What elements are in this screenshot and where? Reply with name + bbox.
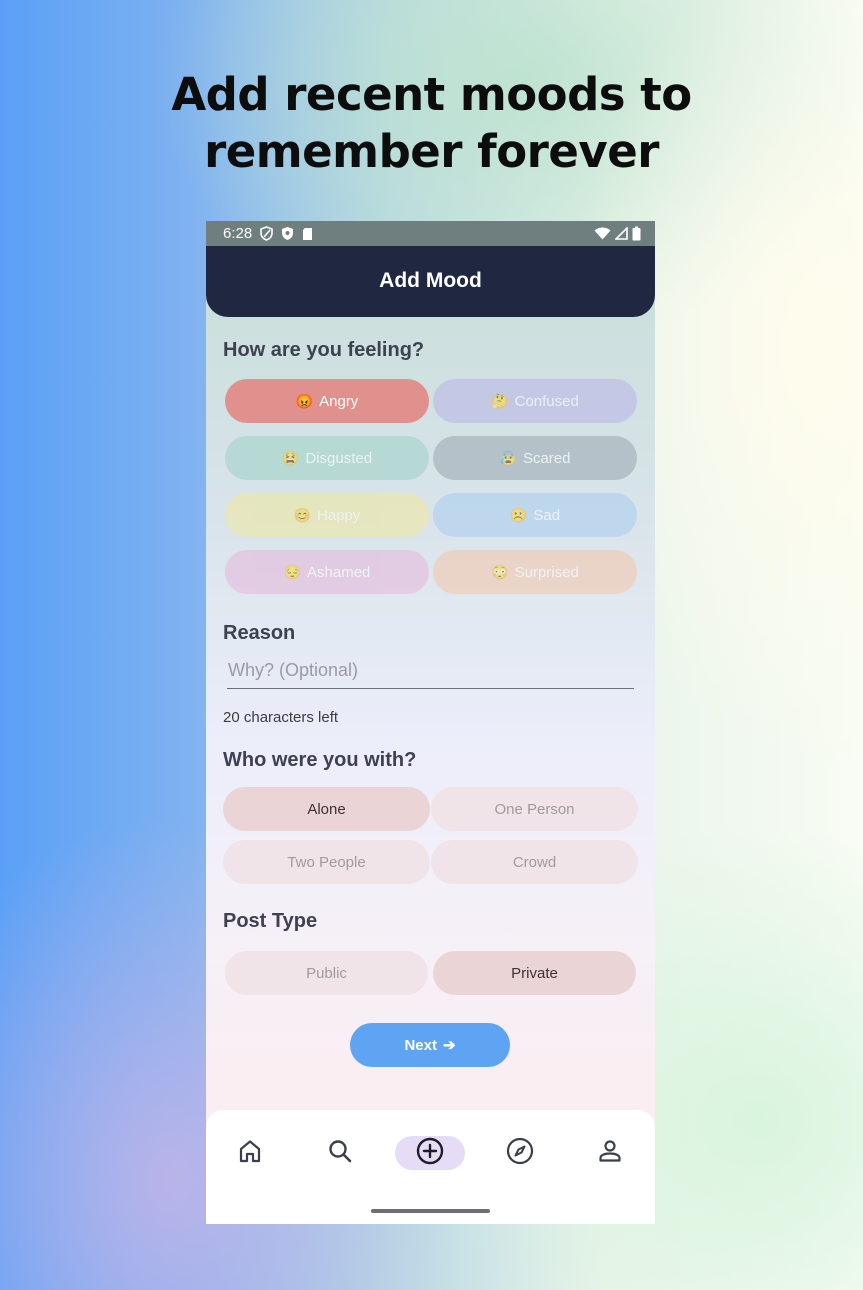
mood-label: Scared [522,449,571,467]
feeling-section-title: How are you feeling? [223,339,425,361]
mood-chip-sad[interactable]: ☹️ Sad [433,493,637,537]
add-circle-icon [415,1136,445,1171]
search-icon [326,1137,354,1170]
company-section-title: Who were you with? [223,749,417,771]
status-time: 6:28 [223,225,253,242]
company-option-alone[interactable]: Alone [223,787,430,831]
mood-chip-disgusted[interactable]: 😫 Disgusted [225,436,429,480]
nav-home[interactable] [215,1136,285,1170]
phone-screen: 6:28 Add Mood How are you feeling? 😡 Ang… [206,221,655,1224]
post-type-section-title: Post Type [223,910,318,932]
nav-add-mood[interactable] [395,1136,465,1170]
battery-icon [632,226,641,241]
mood-label: Sad [533,506,561,524]
page-title: Add Mood [379,268,482,292]
sd-card-icon [302,227,313,241]
mood-label: Angry [319,392,359,410]
home-icon [236,1137,264,1170]
character-counter: 20 characters left [223,709,339,726]
mood-label: Happy [317,506,361,524]
arrow-right-icon: ➔ [442,1037,456,1054]
mood-chip-angry[interactable]: 😡 Angry [225,379,429,423]
gesture-home-bar[interactable] [371,1209,490,1213]
mood-chip-confused[interactable]: 🤔 Confused [433,379,637,423]
reason-input[interactable]: Why? (Optional) [227,653,634,689]
company-option-crowd[interactable]: Crowd [431,840,638,884]
compass-icon [505,1136,535,1171]
mood-emoji: 😔 [283,563,302,580]
mood-emoji: 😰 [499,449,517,466]
mood-label: Confused [514,392,579,410]
shield-filled-icon [281,226,294,241]
profile-icon [596,1137,624,1170]
mood-label: Disgusted [305,449,373,467]
mood-emoji: 😫 [281,449,300,466]
next-button-label: Next [404,1036,437,1054]
headline-line-2: remember forever [204,125,659,178]
nav-profile[interactable] [575,1136,645,1170]
signal-icon [615,227,628,240]
post-type-option-private[interactable]: Private [433,951,636,995]
next-button[interactable]: Next ➔ [350,1023,510,1067]
status-bar: 6:28 [206,221,655,246]
app-bar: Add Mood [206,246,655,317]
reason-section-title: Reason [223,622,296,644]
bottom-navigation [206,1110,655,1224]
mood-emoji: 🤔 [491,392,509,409]
mood-chip-scared[interactable]: 😰 Scared [433,436,637,480]
wifi-icon [594,227,611,240]
company-option-one-person[interactable]: One Person [431,787,638,831]
company-option-two-people[interactable]: Two People [223,840,430,884]
mood-emoji: 😊 [293,506,312,523]
post-type-option-public[interactable]: Public [225,951,428,995]
mood-chip-happy[interactable]: 😊 Happy [225,493,429,537]
nav-search[interactable] [305,1136,375,1170]
mood-chip-surprised[interactable]: 😳 Surprised [433,550,637,594]
mood-emoji: 😡 [295,392,314,409]
mood-emoji: 😳 [491,563,509,580]
nav-explore[interactable] [485,1136,555,1170]
headline-line-1: Add recent moods to [171,68,692,121]
mood-emoji: ☹️ [509,506,528,523]
shield-outline-icon [260,226,274,241]
mood-label: Surprised [514,563,579,581]
mood-label: Ashamed [307,563,371,581]
mood-chip-ashamed[interactable]: 😔 Ashamed [225,550,429,594]
headline: Add recent moods to remember forever [0,66,863,180]
